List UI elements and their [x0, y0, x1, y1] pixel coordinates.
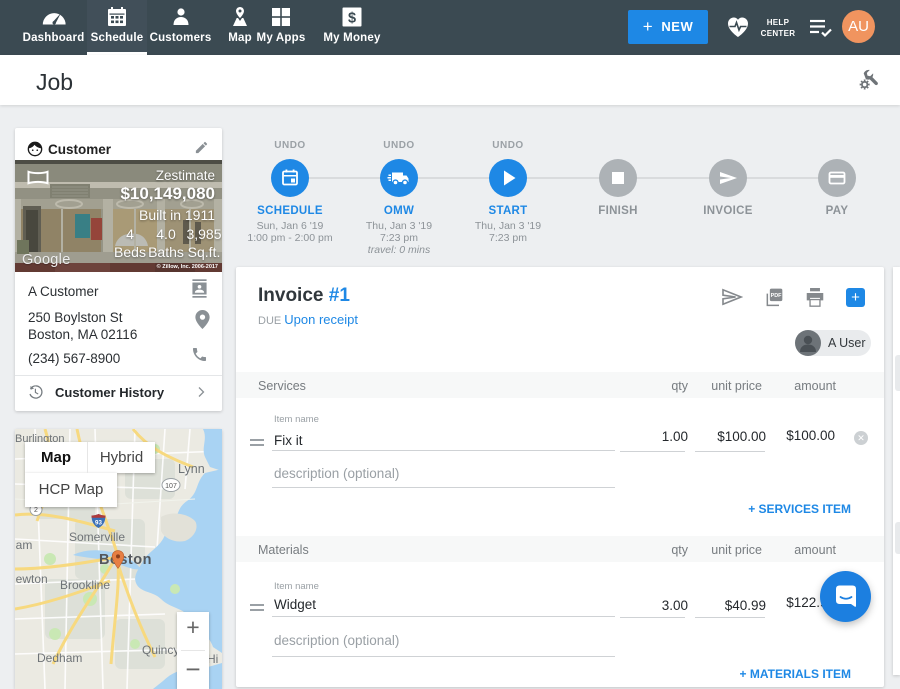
svg-text:2: 2	[34, 507, 38, 514]
svg-text:107: 107	[165, 483, 177, 490]
svg-text:$: $	[348, 11, 356, 27]
svg-text:93: 93	[95, 519, 102, 526]
svg-text:PDF: PDF	[771, 293, 783, 299]
